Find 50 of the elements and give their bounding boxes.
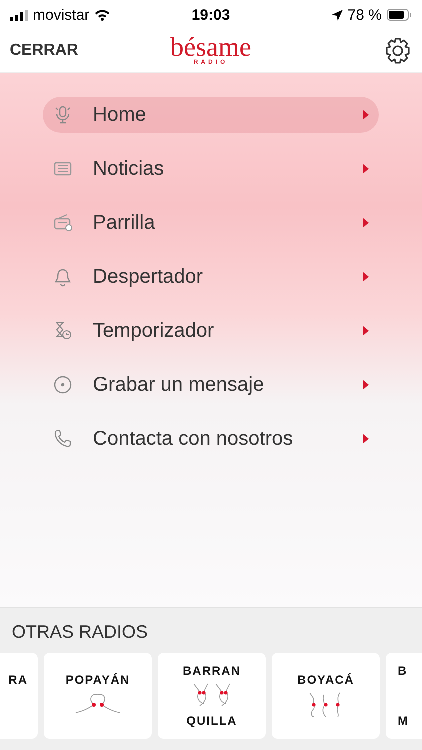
caret-icon: [363, 110, 369, 120]
wifi-icon: [94, 10, 110, 20]
station-name: BOYACÁ: [298, 673, 354, 687]
caret-icon: [363, 272, 369, 282]
radio-icon: [53, 213, 73, 233]
station-card[interactable]: BOYACÁ: [272, 653, 380, 739]
menu-item[interactable]: Contacta con nosotros: [43, 421, 379, 457]
station-card[interactable]: B M: [386, 653, 422, 739]
station-name: POPAYÁN: [66, 673, 130, 687]
menu-label: Despertador: [93, 266, 204, 288]
menu-label: Temporizador: [93, 320, 216, 342]
menu-item[interactable]: Home: [43, 97, 379, 133]
hourglass-clock-icon: [53, 321, 73, 341]
caret-icon: [363, 380, 369, 390]
menu-label: Contacta con nosotros: [93, 428, 294, 450]
station-card[interactable]: BARRAN QUILLA: [158, 653, 266, 739]
logo-text: bésame: [170, 35, 252, 59]
location-arrow-icon: [332, 10, 343, 20]
station-name: B: [398, 664, 408, 678]
record-icon: [53, 375, 73, 395]
close-button[interactable]: CERRAR: [10, 42, 100, 60]
section-title: OTRAS RADIOS: [11, 621, 150, 644]
bell-icon: [53, 267, 73, 287]
menu-label: Home: [93, 104, 148, 126]
menu-item[interactable]: Noticias: [43, 151, 379, 187]
microphone-icon: [53, 105, 73, 125]
menu-label: Noticias: [93, 158, 166, 180]
station-name: BARRAN: [183, 664, 241, 678]
signal-icon: [10, 10, 28, 20]
station-name: QUILLA: [186, 714, 238, 728]
station-card[interactable]: POPAYÁN: [44, 653, 152, 739]
station-name: RA: [8, 673, 28, 687]
clock-time: 19:03: [192, 6, 230, 24]
caret-icon: [363, 218, 369, 228]
menu-label: Parrilla: [93, 212, 156, 234]
menu-item[interactable]: Despertador: [43, 259, 379, 295]
caret-icon: [363, 326, 369, 336]
menu-item[interactable]: Temporizador: [43, 313, 379, 349]
menu-label: Grabar un mensaje: [93, 374, 266, 396]
caret-icon: [363, 164, 369, 174]
carrier-name: movistar: [33, 6, 90, 24]
settings-icon: [384, 37, 412, 65]
battery-percent: 78 %: [348, 6, 382, 24]
station-card[interactable]: RA: [0, 653, 38, 739]
station-name: M: [398, 714, 409, 728]
battery-icon: [387, 9, 412, 21]
menu-item[interactable]: Parrilla: [43, 205, 379, 241]
phone-icon: [53, 429, 73, 449]
caret-icon: [363, 434, 369, 444]
menu-item[interactable]: Grabar un mensaje: [43, 367, 379, 403]
